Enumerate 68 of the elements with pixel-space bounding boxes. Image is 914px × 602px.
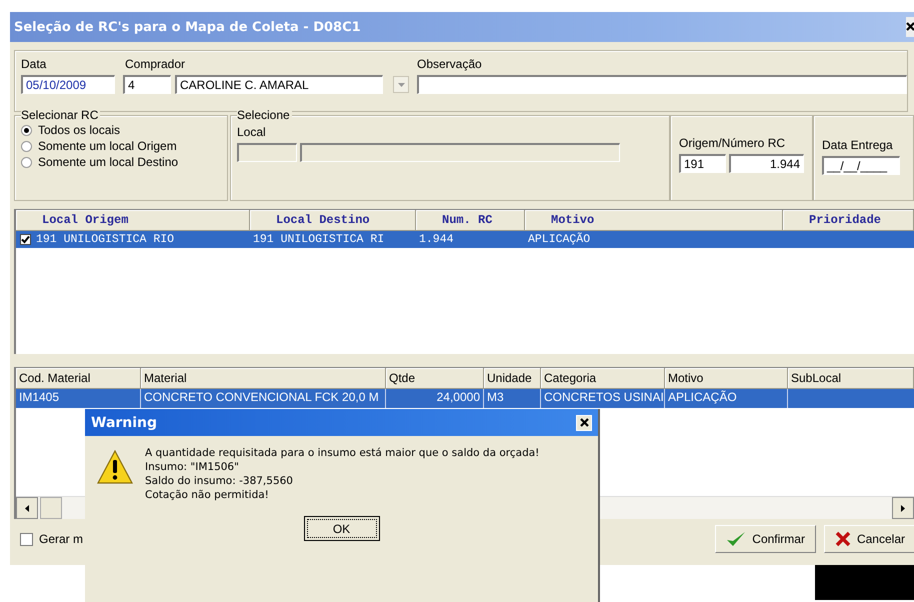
warning-icon	[97, 450, 133, 484]
close-button[interactable]	[906, 17, 914, 37]
table-cell-text: APLICAÇÃO	[527, 232, 592, 248]
table-cell: CONCRETOS USINAI	[541, 389, 665, 408]
radio-option[interactable]: Somente um local Destino	[21, 155, 221, 170]
origin-field[interactable]: 191	[679, 154, 726, 173]
field-label: Data Entrega	[822, 138, 894, 153]
table-cell-text: 1.944	[418, 232, 455, 248]
check-icon	[726, 531, 746, 547]
group-title: Selecionar RC	[21, 108, 100, 122]
column-header[interactable]: Prioridade	[783, 210, 914, 231]
close-icon	[580, 418, 588, 427]
column-header[interactable]: Unidade	[484, 368, 541, 389]
field-label: Comprador	[124, 57, 186, 72]
caret-icon	[398, 80, 404, 88]
column-header[interactable]: Motivo	[665, 368, 788, 389]
table-row[interactable]: 191 UNILOGISTICA RIO 191 UNILOGISTICA RI 1.944 APLICAÇÃO	[16, 231, 914, 248]
column-header[interactable]: Qtde	[386, 368, 484, 389]
warning-message: Saldo do insumo: -387,5560	[145, 474, 294, 488]
right-arrow-icon	[901, 504, 905, 512]
scroll-left-button[interactable]	[16, 497, 38, 519]
checkbox[interactable]	[20, 234, 31, 245]
cancel-button[interactable]: Cancelar	[824, 525, 914, 553]
table-row[interactable]: IM1405 CONCRETO CONVENCIONAL FCK 20,0 M 24,0000 M3 CONCRETOS USINAI APLICAÇÃO	[16, 389, 914, 408]
table-cell: APLICAÇÃO	[665, 389, 788, 408]
dialog-title: Warning	[91, 414, 158, 430]
field-label: Observação	[417, 57, 483, 72]
column-header[interactable]: Local Destino	[250, 210, 416, 231]
column-header[interactable]: Categoria	[541, 368, 665, 389]
field-label: Origem/Número RC	[679, 136, 786, 151]
table-cell: M3	[484, 389, 541, 408]
rc-number-field[interactable]: 1.944	[729, 154, 804, 173]
group-title: Selecione	[237, 108, 292, 122]
delivery-date-field[interactable]: __/__/____	[822, 156, 900, 175]
column-header[interactable]: Material	[141, 368, 386, 389]
table-cell: 24,0000	[386, 389, 484, 408]
table-cell: CONCRETO CONVENCIONAL FCK 20,0 M	[141, 389, 386, 408]
close-icon	[906, 22, 914, 31]
confirm-button[interactable]: Confirmar	[715, 525, 816, 553]
left-arrow-icon	[25, 504, 29, 512]
scroll-right-button[interactable]	[892, 497, 914, 519]
close-button[interactable]	[576, 414, 592, 430]
warning-message: Insumo: "IM1506"	[145, 460, 240, 474]
window-title: Seleção de RC's para o Mapa de Coleta - D08C1	[14, 20, 361, 34]
table-cell-text: 191 UNILOGISTICA RIO	[35, 232, 176, 248]
observation-field[interactable]	[417, 75, 907, 94]
buyer-code-field[interactable]: 4	[123, 75, 171, 94]
ok-button[interactable]: OK	[304, 516, 380, 541]
date-field[interactable]: 05/10/2009	[21, 75, 115, 94]
table-cell: IM1405	[16, 389, 141, 408]
warning-message: A quantidade requisitada para o insumo está maior que o saldo da orçada!	[145, 446, 540, 460]
checkbox-option[interactable]: Gerar m	[14, 532, 84, 546]
column-header[interactable]: Cod. Material	[16, 368, 141, 389]
warning-message: Cotação não permitida!	[145, 488, 270, 502]
column-header[interactable]: Num. RC	[416, 210, 525, 231]
radio-option[interactable]: Somente um local Origem	[21, 139, 221, 154]
x-icon	[834, 531, 851, 547]
column-header[interactable]: SubLocal	[788, 368, 914, 389]
field-label: Local	[237, 125, 267, 140]
radio-option[interactable]: Todos os locais	[21, 123, 221, 138]
column-header[interactable]: Motivo	[525, 210, 783, 231]
scroll-thumb[interactable]	[40, 497, 62, 519]
field-label: Data	[21, 57, 48, 72]
local-name-field[interactable]	[300, 143, 620, 162]
table-cell-text: 191 UNILOGISTICA RI	[252, 232, 386, 248]
buyer-name-field[interactable]: CAROLINE C. AMARAL	[175, 75, 383, 94]
column-header[interactable]: Local Origem	[16, 210, 250, 231]
local-code-field[interactable]	[237, 143, 297, 162]
